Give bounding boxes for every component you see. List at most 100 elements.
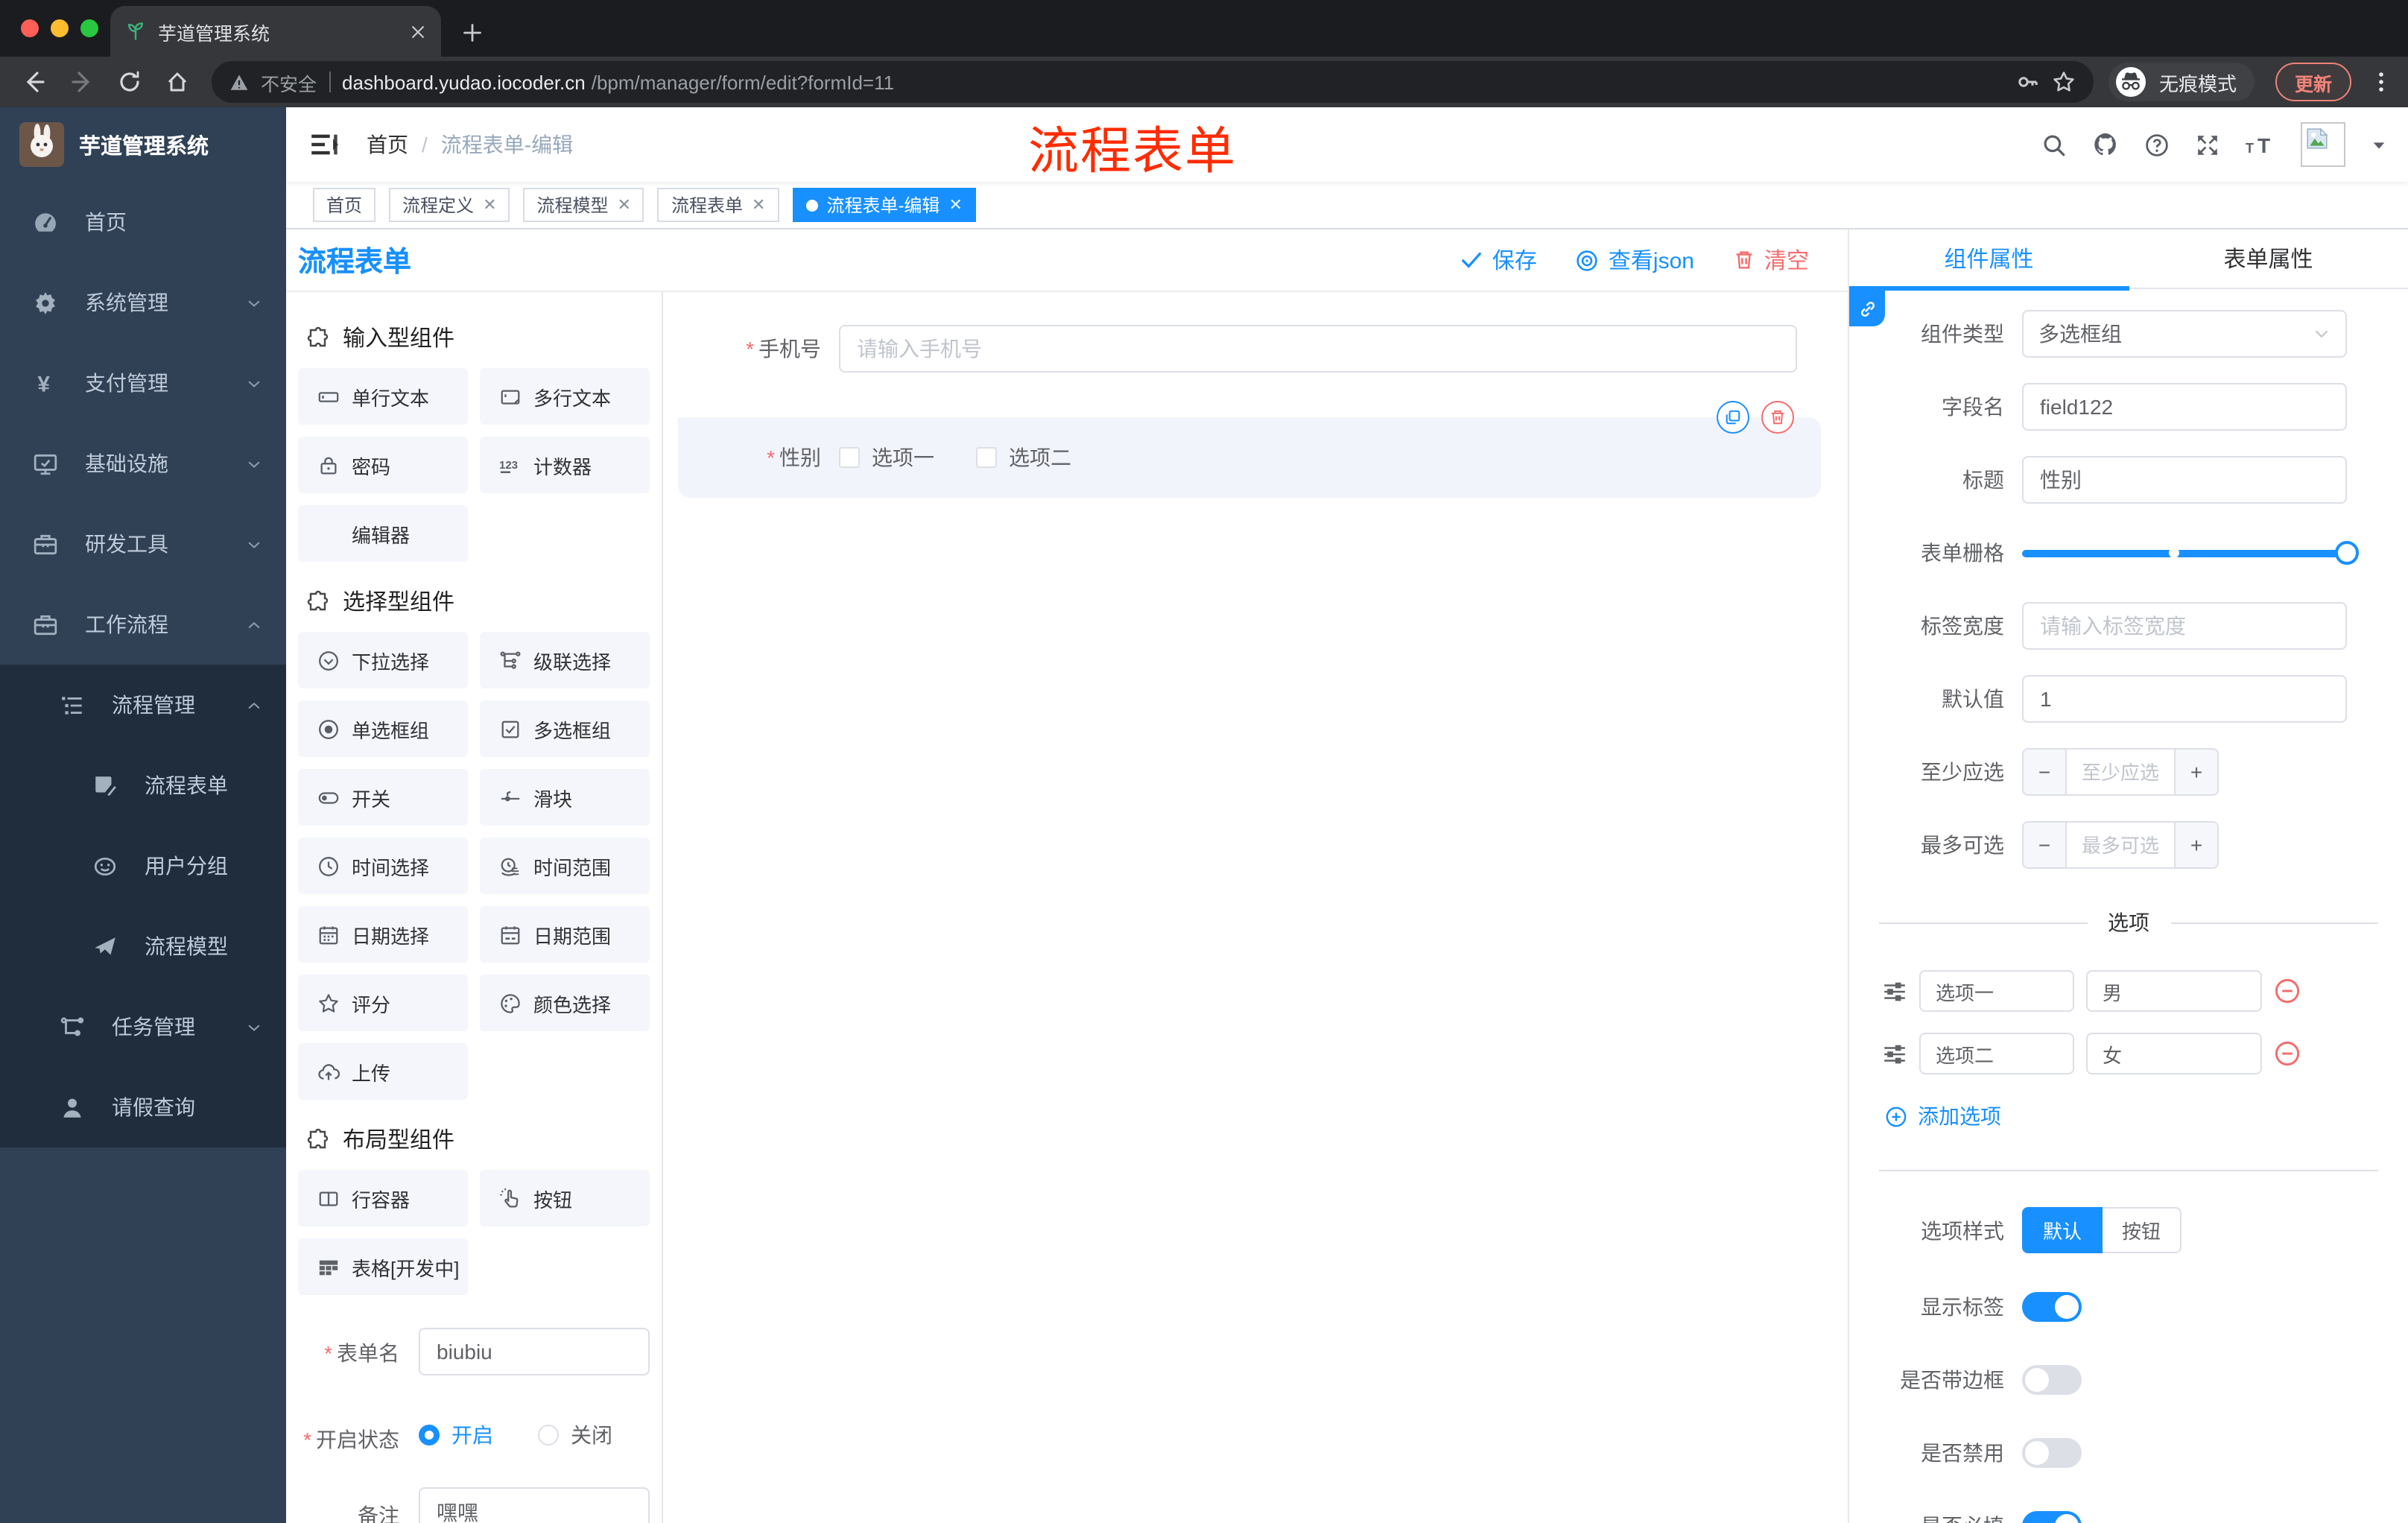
sidebar-item-infrastructure[interactable]: 基础设施 [0,423,286,504]
option1-label-input[interactable] [1919,970,2074,1012]
sidebar-item-dev-tools[interactable]: 研发工具 [0,504,286,584]
forward-icon[interactable] [63,70,101,94]
sidebar-item-process-form[interactable]: 流程表单 [0,745,286,826]
decrease-button[interactable]: − [2024,823,2067,867]
palette-item-switch[interactable]: 开关 [298,769,468,826]
github-icon[interactable] [2092,131,2119,158]
address-bar[interactable]: 不安全 dashboard.yudao.iocoder.cn/bpm/manag… [212,61,2094,103]
option1-value-input[interactable] [2086,970,2262,1012]
title-input[interactable] [2022,456,2347,504]
maximize-window-icon[interactable] [80,19,98,37]
bookmark-star-icon[interactable] [2052,70,2076,94]
tab-form-props[interactable]: 表单属性 [2129,229,2408,288]
palette-item-rate[interactable]: 评分 [298,975,468,1031]
new-tab-icon[interactable] [462,22,483,43]
palette-item-button[interactable]: 按钮 [480,1170,650,1226]
browser-tab[interactable]: 芋道管理系统 [110,6,441,57]
palette-item-radio-group[interactable]: 单选框组 [298,700,468,757]
fullscreen-icon[interactable] [2195,132,2220,157]
status-on-label[interactable]: 开启 [452,1419,493,1449]
sidebar-item-workflow[interactable]: 工作流程 [0,584,286,665]
form-remark-textarea[interactable]: 嘿嘿 [419,1487,650,1523]
back-icon[interactable] [15,70,54,94]
palette-item-time-picker[interactable]: 时间选择 [298,838,468,894]
help-icon[interactable] [2144,132,2170,157]
close-tab-icon[interactable] [410,23,426,39]
disabled-switch[interactable] [2022,1438,2082,1468]
palette-item-upload[interactable]: 上传 [298,1043,468,1100]
default-value-input[interactable] [2022,675,2347,723]
update-button[interactable]: 更新 [2275,63,2351,101]
sidebar-item-task-management[interactable]: 任务管理 [0,987,286,1067]
palette-item-checkbox-group[interactable]: 多选框组 [480,700,650,757]
copy-component-button[interactable] [1717,401,1749,434]
status-off-radio[interactable] [538,1424,559,1445]
font-size-icon[interactable]: TT [2246,132,2275,157]
drag-handle-icon[interactable] [1882,978,1907,1004]
sidebar-item-home[interactable]: 首页 [0,182,286,262]
close-icon[interactable]: ✕ [618,195,631,215]
form-name-input[interactable] [419,1328,650,1375]
sidebar-item-system[interactable]: 系统管理 [0,262,286,343]
tag-process-model[interactable]: 流程模型 ✕ [523,188,644,222]
decrease-button[interactable]: − [2024,750,2067,794]
border-switch[interactable] [2022,1365,2082,1395]
slider-handle[interactable] [2335,541,2359,565]
sidebar-item-payment[interactable]: ¥ 支付管理 [0,343,286,423]
remove-option-icon[interactable] [2274,1040,2301,1067]
save-button[interactable]: 保存 [1461,244,1537,276]
home-icon[interactable] [158,70,197,94]
increase-button[interactable]: + [2174,750,2217,794]
palette-item-color-picker[interactable]: 颜色选择 [480,975,650,1031]
remove-option-icon[interactable] [2274,978,2301,1004]
option2-label-input[interactable] [1919,1033,2074,1074]
clear-button[interactable]: 清空 [1733,244,1809,276]
tag-home[interactable]: 首页 [313,188,376,222]
link-tag[interactable] [1849,291,1885,326]
canvas-field-phone[interactable]: * 手机号 [678,325,1821,373]
tab-component-props[interactable]: 组件属性 [1849,229,2129,288]
fold-sidebar-icon[interactable] [310,130,340,159]
option2-value-input[interactable] [2086,1033,2262,1074]
show-label-switch[interactable] [2022,1292,2082,1322]
tag-process-form-edit[interactable]: 流程表单-编辑 ✕ [792,188,976,222]
palette-item-multi-line-text[interactable]: 多行文本 [480,368,650,425]
palette-item-editor[interactable]: 编辑器 [298,505,468,562]
max-select-input[interactable] [2067,823,2174,867]
sidebar-item-process-model[interactable]: 流程模型 [0,906,286,987]
form-canvas[interactable]: * 手机号 请输入手机号 * 性别 选项一 选项二 [663,292,1848,1523]
drag-handle-icon[interactable] [1882,1041,1907,1066]
search-icon[interactable] [2041,132,2067,157]
breadcrumb-home[interactable]: 首页 [367,130,408,159]
gender-option2-checkbox[interactable]: 选项二 [976,443,1071,472]
palette-item-date-picker[interactable]: 日期选择 [298,906,468,963]
component-type-select[interactable]: 多选框组 [2022,310,2347,358]
add-option-button[interactable]: 添加选项 [1885,1101,2378,1131]
label-width-input[interactable] [2022,602,2347,650]
tag-process-form[interactable]: 流程表单 ✕ [657,188,779,222]
sidebar-item-process-management[interactable]: 流程管理 [0,665,286,745]
tag-process-definition[interactable]: 流程定义 ✕ [389,188,510,222]
checkbox-icon[interactable] [976,447,997,468]
palette-item-row-container[interactable]: 行容器 [298,1170,468,1226]
close-icon[interactable]: ✕ [948,195,962,215]
app-logo[interactable]: 芋道管理系统 [0,107,286,182]
phone-input[interactable] [839,325,1797,373]
slider-track[interactable] [2022,549,2347,557]
palette-item-password[interactable]: 密码 [298,437,468,493]
field-name-input[interactable] [2022,383,2347,431]
close-icon[interactable]: ✕ [752,195,765,215]
option-style-button[interactable]: 按钮 [2103,1207,2182,1253]
increase-button[interactable]: + [2174,823,2217,867]
palette-item-single-line-text[interactable]: 单行文本 [298,368,468,425]
user-avatar-broken-image[interactable] [2301,122,2345,167]
sidebar-item-user-group[interactable]: 用户分组 [0,826,286,906]
gender-option1-checkbox[interactable]: 选项一 [839,443,934,472]
status-off-label[interactable]: 关闭 [571,1419,612,1449]
browser-menu-kebab-icon[interactable] [2369,70,2393,94]
required-switch[interactable] [2022,1511,2082,1523]
minimize-window-icon[interactable] [51,19,69,37]
view-json-button[interactable]: 查看json [1576,244,1694,276]
canvas-field-gender-selected[interactable]: * 性别 选项一 选项二 [678,401,1821,498]
not-secure-warning-icon[interactable] [229,72,249,92]
